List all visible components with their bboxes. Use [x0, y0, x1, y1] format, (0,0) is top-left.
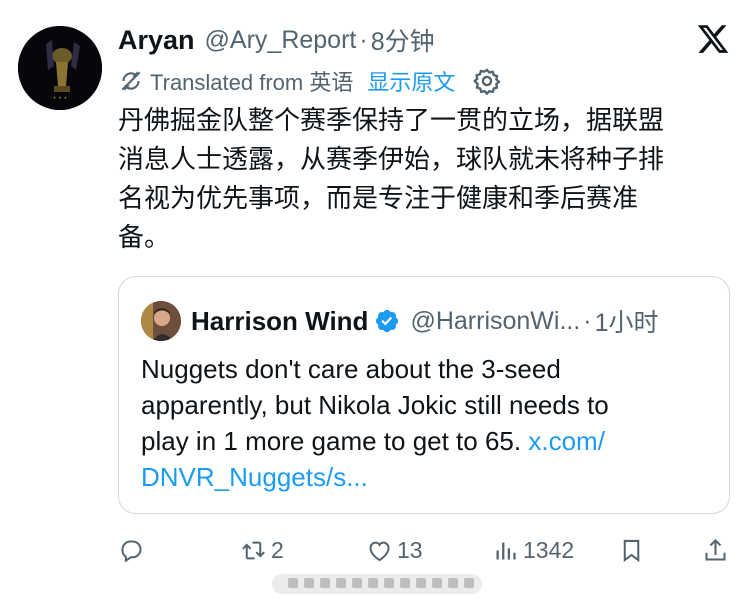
separator-dot: · [583, 306, 592, 335]
quoted-tweet-body: Nuggets don't care about the 3-seed appa… [141, 351, 701, 495]
quoted-tweet-line: DNVR_Nuggets/s... [141, 459, 701, 495]
quoted-author-avatar[interactable] [141, 301, 181, 341]
reply-button[interactable] [118, 530, 149, 570]
author-avatar[interactable]: • • • [18, 26, 102, 110]
views-icon [496, 542, 516, 559]
reply-icon [121, 539, 142, 563]
quoted-tweet-header: Harrison Wind @HarrisonWi... · 1小时 [191, 303, 659, 339]
quoted-tweet-line: apparently, but Nikola Jokic still needs… [141, 390, 609, 420]
quoted-tweet-card[interactable]: Harrison Wind @HarrisonWi... · 1小时 Nugge… [118, 276, 730, 514]
show-original-link[interactable]: 显示原文 [367, 65, 455, 97]
translate-icon [121, 71, 141, 91]
bookmark-icon [623, 539, 640, 562]
tweet-body-line: 丹佛掘金队整个赛季保持了一贯的立场，据联盟 [118, 106, 665, 136]
quoted-tweet-line: Nuggets don't care about the 3-seed [141, 354, 561, 384]
x-logo-icon[interactable] [696, 22, 730, 56]
quoted-tweet-line: play in 1 more game to get to 65. x.com/ [141, 423, 701, 459]
like-button[interactable]: 13 [366, 530, 423, 570]
retweet-icon [242, 541, 265, 559]
tweet-timestamp[interactable]: 8分钟 [371, 22, 435, 58]
author-handle[interactable]: @Ary_Report [205, 26, 357, 55]
separator-dot: · [359, 25, 368, 54]
retweet-button[interactable]: 2 [240, 530, 284, 570]
quoted-author-handle[interactable]: @HarrisonWi... [410, 307, 580, 336]
translated-from-label: Translated from 英语 [150, 70, 354, 95]
quoted-tweet-timestamp[interactable]: 1小时 [595, 303, 659, 339]
quoted-tweet-line-text: play in 1 more game to get to 65. [141, 426, 522, 456]
author-name[interactable]: Aryan [118, 25, 195, 56]
quoted-author-name[interactable]: Harrison Wind [191, 306, 368, 337]
heart-icon [369, 541, 390, 561]
verified-badge-icon [376, 309, 399, 333]
views-button[interactable]: 1342 [492, 530, 574, 570]
tweet-actions: 2 13 1342 [0, 530, 750, 570]
gear-icon[interactable] [473, 67, 502, 95]
tweet-body: 丹佛掘金队整个赛季保持了一贯的立场，据联盟 消息人士透露，从赛季伊始，球队就未将… [118, 102, 718, 258]
quoted-tweet-link[interactable]: x.com/ [528, 426, 605, 456]
svg-text:• • •: • • • [53, 95, 67, 102]
quoted-tweet-link[interactable]: DNVR_Nuggets/s... [141, 462, 368, 492]
retweet-count: 2 [271, 536, 284, 563]
share-icon [705, 538, 726, 561]
tweet-body-line: 名视为优先事项，而是专注于健康和季后赛准 [118, 184, 639, 214]
like-count: 13 [397, 536, 423, 563]
tweet: • • • Aryan @Ary_Report · 8分钟 Translated… [0, 0, 750, 600]
tweet-body-line: 消息人士透露，从赛季伊始，球队就未将种子排 [118, 145, 665, 175]
bookmark-button[interactable] [618, 530, 645, 570]
share-button[interactable] [702, 530, 729, 570]
tweet-header: Aryan @Ary_Report · 8分钟 [118, 22, 435, 58]
tweet-body-line: 备。 [118, 223, 171, 253]
translation-row: Translated from 英语 显示原文 [118, 64, 502, 98]
watermark-glyphs [288, 578, 474, 588]
view-count: 1342 [523, 536, 575, 563]
